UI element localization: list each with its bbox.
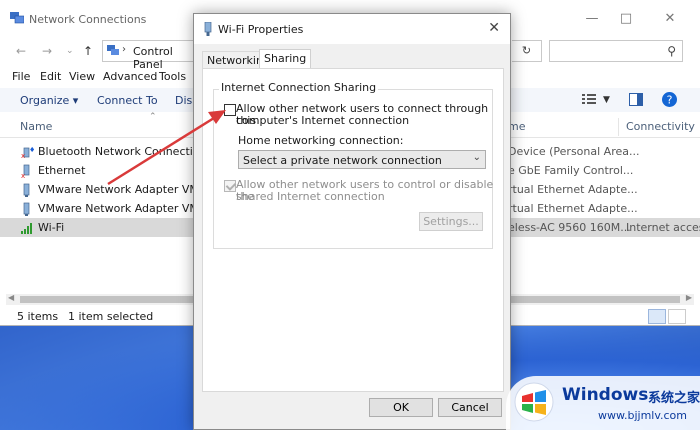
connection-name: VMware Network Adapter VMnet (38, 183, 217, 196)
close-button[interactable]: ✕ (650, 8, 690, 30)
ok-button[interactable]: OK (369, 398, 433, 417)
column-connectivity[interactable]: Connectivity (626, 120, 695, 133)
view-dropdown-icon[interactable]: ▼ (603, 95, 610, 105)
device-name: eless-AC 9560 160M... (508, 221, 631, 234)
maximize-button[interactable]: □ (606, 8, 646, 30)
details-view-icon[interactable] (648, 309, 666, 324)
menu-advanced[interactable]: Advanced (103, 70, 157, 83)
allow-connect-checkbox[interactable] (224, 104, 236, 116)
menu-file[interactable]: File (12, 70, 30, 83)
connectivity-value: Internet acces (626, 221, 700, 234)
up-arrow-icon[interactable]: ↑ (83, 44, 93, 58)
settings-button[interactable]: Settings... (419, 212, 483, 231)
watermark-url: www.bjjmlv.com (598, 409, 687, 422)
connection-name: Wi-Fi (38, 221, 65, 234)
ethernet-icon (23, 202, 30, 216)
wifi-signal-icon (21, 223, 32, 234)
home-network-select[interactable]: Select a private network connection ⌄ (238, 150, 486, 169)
allow-connect-label-line2: computer's Internet connection (236, 114, 410, 127)
svg-text:?: ? (667, 94, 673, 107)
refresh-icon[interactable]: ↻ (512, 40, 542, 62)
allow-control-label-line2: shared Internet connection (236, 190, 385, 203)
connection-name: Bluetooth Network Connection (38, 145, 207, 158)
device-name: rtual Ethernet Adapte... (508, 202, 638, 215)
device-name: Device (Personal Area... (508, 145, 640, 158)
svg-text:x: x (21, 152, 25, 159)
help-icon[interactable]: ? (662, 92, 677, 107)
network-adapter-icon (204, 22, 212, 36)
view-options-icon[interactable] (582, 93, 596, 106)
breadcrumb-chevron-icon[interactable]: › (122, 44, 126, 55)
ethernet-icon: x (21, 164, 30, 178)
item-count: 5 items (17, 310, 59, 323)
search-input[interactable]: ⚲ (549, 40, 683, 62)
svg-text:♦: ♦ (29, 146, 34, 154)
preview-pane-icon[interactable] (629, 93, 643, 106)
watermark-title: Windows (562, 385, 649, 405)
device-name: rtual Ethernet Adapte... (508, 183, 638, 196)
cancel-button[interactable]: Cancel (438, 398, 502, 417)
selection-count: 1 item selected (68, 310, 154, 323)
wifi-properties-dialog: Wi-Fi Properties ✕ Networking Sharing In… (193, 13, 511, 430)
tiles-view-icon[interactable] (668, 309, 686, 324)
device-name: e GbE Family Control... (508, 164, 634, 177)
chevron-down-icon: ⌄ (472, 152, 481, 163)
connection-name: VMware Network Adapter VMnet (38, 202, 217, 215)
group-label: Internet Connection Sharing (219, 81, 379, 94)
bluetooth-network-icon: x ♦ (21, 146, 34, 159)
column-name[interactable]: Name (20, 120, 52, 133)
scroll-left-icon[interactable]: ◀ (8, 293, 14, 302)
menu-view[interactable]: View (69, 70, 95, 83)
connect-to-button[interactable]: Connect To (97, 94, 158, 107)
recent-chevron-icon[interactable]: ⌄ (66, 46, 74, 56)
watermark-chinese: 系统之家 (648, 391, 700, 406)
windows-logo-icon (514, 382, 554, 422)
column-separator[interactable] (618, 118, 619, 136)
tab-sharing[interactable]: Sharing (259, 49, 312, 70)
home-networking-label: Home networking connection: (238, 134, 404, 147)
dialog-titlebar: Wi-Fi Properties ✕ (194, 14, 510, 44)
search-icon: ⚲ (667, 44, 676, 58)
dialog-close-icon[interactable]: ✕ (488, 20, 500, 36)
sort-chevron-icon: ⌃ (149, 112, 157, 122)
network-connections-icon (10, 12, 24, 24)
back-arrow-icon[interactable]: ← (16, 44, 26, 58)
site-watermark: Windows 系统之家 www.bjjmlv.com (506, 376, 700, 430)
sharing-panel: Internet Connection Sharing Allow other … (202, 68, 504, 392)
dialog-tabs: Networking Sharing (202, 49, 504, 70)
svg-text:x: x (21, 172, 25, 178)
dialog-title: Wi-Fi Properties (218, 23, 304, 36)
menu-tools[interactable]: Tools (159, 70, 186, 83)
connection-name: Ethernet (38, 164, 86, 177)
allow-control-checkbox[interactable] (224, 180, 236, 192)
scroll-right-icon[interactable]: ▶ (686, 293, 692, 302)
select-value: Select a private network connection (243, 154, 442, 167)
address-bar[interactable]: › Control Panel (102, 40, 194, 71)
ethernet-icon (23, 183, 30, 197)
organize-button[interactable]: Organize ▾ (20, 94, 78, 107)
window-title: Network Connections (29, 13, 147, 26)
forward-arrow-icon[interactable]: → (42, 44, 52, 58)
menu-edit[interactable]: Edit (40, 70, 61, 83)
control-panel-icon (107, 45, 119, 55)
